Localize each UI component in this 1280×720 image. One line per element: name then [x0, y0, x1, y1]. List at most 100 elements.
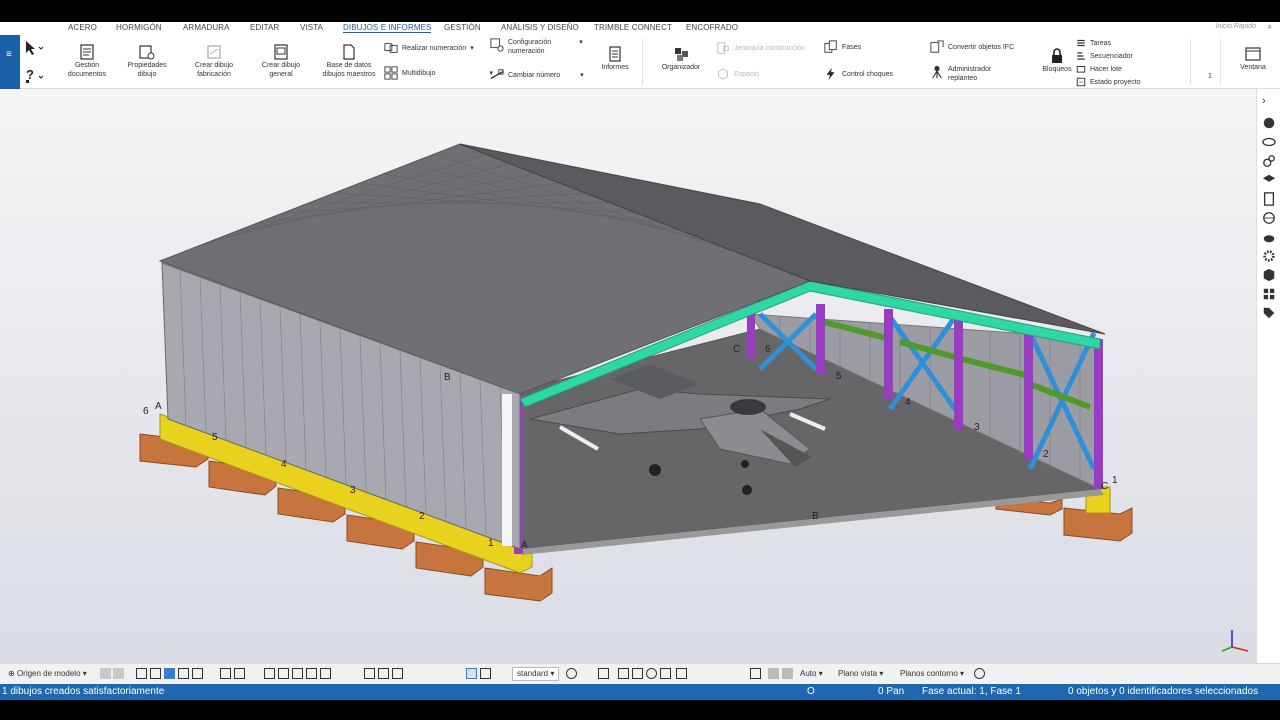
settings-icon[interactable]: [566, 668, 577, 679]
render-icon[interactable]: [768, 668, 779, 679]
toggle-icon[interactable]: [113, 668, 124, 679]
model-3d-viewport[interactable]: A B C A B C 1 2 3 4 5 6 1 2 3 4 5 6: [0, 89, 1256, 663]
cloud-icon[interactable]: [1262, 230, 1276, 244]
standard-dropdown[interactable]: standard ▾: [512, 667, 560, 681]
tareas-button[interactable]: Tareas: [1076, 38, 1111, 48]
administrador-replanteo-button[interactable]: Administrador replanteo: [930, 65, 991, 83]
auto-dropdown[interactable]: Auto ▾: [800, 669, 823, 678]
secuenciador-label: Secuenciador: [1090, 52, 1133, 60]
grid-num-5-far: 5: [836, 371, 842, 382]
convertir-ifc-button[interactable]: Convertir objetos IFC: [930, 40, 1014, 54]
tab-hormigon[interactable]: HORMIGÓN: [116, 23, 162, 32]
snap-icon[interactable]: [220, 668, 231, 679]
gestion-documentos-button[interactable]: Gestión documentos: [66, 44, 108, 79]
cube-icon[interactable]: [1262, 268, 1276, 282]
estado-proyecto-label: Estado proyecto: [1090, 78, 1141, 86]
crear-fabricacion-label-1: Crear dibujo: [194, 62, 234, 69]
organizador-button[interactable]: Organizador: [656, 46, 706, 73]
snap-center-icon[interactable]: [292, 668, 303, 679]
select-pointer-icon[interactable]: [24, 40, 44, 56]
gear-icon[interactable]: [1262, 249, 1276, 263]
tab-armadura[interactable]: ARMADURA: [183, 23, 230, 32]
cambiar-numero-button[interactable]: Cambiar número ▾: [490, 68, 584, 82]
fases-button[interactable]: Fases: [824, 40, 861, 54]
survey-tripod-icon: [932, 65, 942, 79]
grid-label-b-side: B: [444, 372, 451, 383]
select-all-icon[interactable]: [136, 668, 147, 679]
informes-button[interactable]: Informes: [594, 46, 636, 73]
render-shaded-icon[interactable]: [782, 668, 793, 679]
control-choques-button[interactable]: Control choques: [824, 67, 893, 81]
work-plane-origin-dropdown[interactable]: ⊕ Origen de modelo ▾: [8, 669, 87, 678]
snap-grid-icon[interactable]: [234, 668, 245, 679]
plano-vista-dropdown[interactable]: Plano vista ▾: [838, 669, 883, 678]
ribbon-tab-bar: ACERO HORMIGÓN ARMADURA EDITAR VISTA DIB…: [0, 22, 1280, 35]
help-query-icon[interactable]: ?: [24, 67, 44, 83]
general-drawing-icon: [274, 44, 288, 60]
propiedades-dibujo-button[interactable]: Propiedades dibujo: [124, 44, 170, 79]
snap-intersection-icon[interactable]: [306, 668, 317, 679]
tab-vista[interactable]: VISTA: [300, 23, 323, 32]
chevron-right-icon[interactable]: ›: [1262, 95, 1276, 109]
tab-trimble-connect[interactable]: TRIMBLE CONNECT: [594, 23, 672, 32]
clip-circle-icon[interactable]: [646, 668, 657, 679]
hangar-model-view[interactable]: A B C A B C 1 2 3 4 5 6 1 2 3 4 5 6: [0, 89, 1256, 663]
ventana-button[interactable]: Ventana: [1234, 46, 1272, 73]
chevron-down-icon[interactable]: ▾: [470, 44, 474, 52]
crear-dibujo-fabricacion-button[interactable]: Crear dibujo fabricación: [190, 44, 238, 79]
tab-analisis-diseno[interactable]: ANÁLISIS Y DISEÑO: [501, 23, 579, 32]
snap-midpoint-icon[interactable]: [278, 668, 289, 679]
snap-any-icon[interactable]: [480, 668, 491, 679]
secuenciador-button[interactable]: Secuenciador: [1076, 51, 1133, 61]
pick-point-icon[interactable]: [750, 668, 761, 679]
multidibujo-button[interactable]: Multidibujo ▾: [384, 66, 493, 80]
ribbon-separator: [1190, 39, 1191, 85]
quick-search-input[interactable]: Inicio Rápido: [1216, 23, 1256, 30]
estado-proyecto-button[interactable]: Estado proyecto: [1076, 77, 1141, 87]
search-icon[interactable]: ⌕: [1268, 22, 1272, 32]
realizar-numeracion-button[interactable]: Realizar numeración ▾: [384, 41, 474, 55]
snap-line-icon[interactable]: [364, 668, 375, 679]
eye-icon[interactable]: [598, 668, 609, 679]
planos-contorno-dropdown[interactable]: Planos contorno ▾: [900, 669, 964, 678]
tag-icon[interactable]: [1262, 306, 1276, 320]
chevron-down-icon[interactable]: ▾: [580, 71, 584, 79]
document-icon[interactable]: [1262, 192, 1276, 206]
globe-icon[interactable]: [1262, 211, 1276, 225]
apps-grid-icon[interactable]: [1262, 287, 1276, 301]
window-top-bar: [0, 0, 1280, 22]
snap-endpoint-icon[interactable]: [264, 668, 275, 679]
snap-edge-icon[interactable]: [378, 668, 389, 679]
snap-nearest-icon[interactable]: [466, 668, 477, 679]
snap-perpendicular-icon[interactable]: [320, 668, 331, 679]
chevron-down-icon[interactable]: ▾: [579, 38, 583, 46]
tab-gestion[interactable]: GESTIÓN: [444, 23, 481, 32]
tab-encofrado[interactable]: ENCOFRADO: [686, 23, 738, 32]
link-icon[interactable]: [1262, 154, 1276, 168]
tab-dibujos-informes[interactable]: DIBUJOS E INFORMES: [343, 23, 432, 33]
view-eye-icon[interactable]: [1262, 135, 1276, 149]
select-parts-icon[interactable]: [150, 668, 161, 679]
clip-triangle-icon[interactable]: [660, 668, 671, 679]
crear-dibujo-general-button[interactable]: Crear dibujo general: [258, 44, 304, 79]
select-components-icon[interactable]: [164, 668, 175, 679]
gestion-documentos-label-1: Gestión: [74, 62, 100, 69]
bloqueos-button[interactable]: Bloqueos: [1040, 48, 1074, 75]
graduation-cap-icon[interactable]: [1262, 173, 1276, 187]
select-points-icon[interactable]: [192, 668, 203, 679]
close-x-icon[interactable]: [676, 668, 687, 679]
snap-free-icon[interactable]: [392, 668, 403, 679]
hierarchy-icon: [717, 42, 729, 54]
hacer-lote-button[interactable]: Hacer lote: [1076, 64, 1122, 74]
toggle-icon[interactable]: [100, 668, 111, 679]
clip-square-icon[interactable]: [632, 668, 643, 679]
base-datos-dibujos-button[interactable]: Base de datos dibujos maestros: [318, 44, 380, 79]
select-grid-icon[interactable]: [178, 668, 189, 679]
tab-editar[interactable]: EDITAR: [250, 23, 279, 32]
properties-icon[interactable]: [1262, 116, 1276, 130]
configuracion-numeracion-button[interactable]: Configuración numeración ▾: [490, 38, 583, 56]
visibility-icon[interactable]: [974, 668, 985, 679]
clip-box-icon[interactable]: [618, 668, 629, 679]
tab-acero[interactable]: ACERO: [68, 23, 97, 32]
multidrawing-icon: [384, 66, 398, 80]
